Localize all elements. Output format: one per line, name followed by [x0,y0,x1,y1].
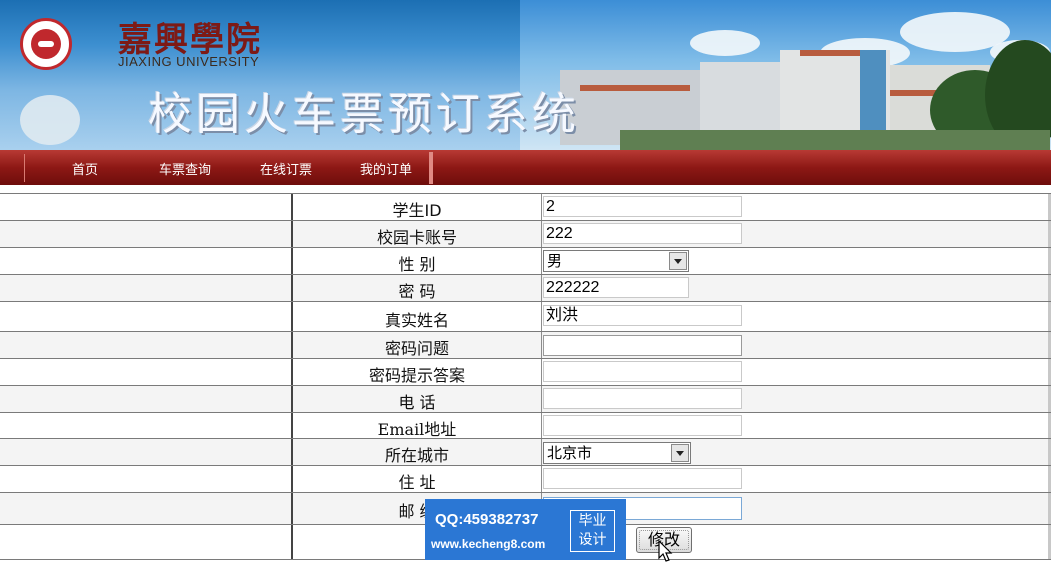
university-name-en: JIAXING UNIVERSITY [118,54,260,69]
password-question-input[interactable] [543,335,742,356]
nav-divider [24,154,25,182]
university-logo [20,18,72,70]
watermark-site: www.kecheng8.com [431,537,546,551]
form-row: 所在城市 北京市 [0,438,1051,465]
real-name-input[interactable]: 刘洪 [543,305,742,326]
gender-select[interactable]: 男 [543,250,689,272]
field-label: Email地址 [377,420,457,439]
field-label: 密 码 [398,282,436,301]
gender-select-value: 男 [547,252,563,270]
form-row: 性 别 男 [0,247,1051,274]
field-label: 密码问题 [384,339,449,358]
watermark-tag-line2: 设计 [578,532,607,548]
watermark-qq: QQ:459382737 [435,511,539,528]
field-label: 所在城市 [384,446,449,465]
form-row: Email地址 [0,412,1051,439]
field-label: 校园卡账号 [376,228,457,247]
form-row: 密 码 222222 [0,274,1051,301]
main-nav: 首页 车票查询 在线订票 我的订单 [0,150,1051,185]
field-label: 住 址 [398,473,436,492]
email-input[interactable] [543,415,742,436]
field-label: 真实姓名 [384,311,449,330]
flower-decoration [20,95,80,145]
nav-item-home[interactable]: 首页 [72,159,98,178]
city-select[interactable]: 北京市 [543,442,691,464]
form-row: 电 话 [0,385,1051,412]
form-row: 密码问题 [0,331,1051,358]
field-label: 性 别 [398,255,436,274]
nav-item-ticket-search[interactable]: 车票查询 [159,159,211,178]
building-stripe [580,85,690,91]
field-label: 密码提示答案 [368,366,465,385]
password-answer-input[interactable] [543,361,742,382]
nav-divider [429,152,433,184]
header-banner: 嘉興學院 JIAXING UNIVERSITY 校园火车票预订系统 [0,0,1051,150]
form-row: 密码提示答案 [0,358,1051,385]
chevron-down-icon[interactable] [669,252,687,270]
address-input[interactable] [543,468,742,489]
watermark-tag-line1: 毕业 [578,513,607,529]
watermark-tag: 毕业 设计 [570,510,615,552]
field-label: 电 话 [398,393,436,412]
form-row: 真实姓名 刘洪 [0,301,1051,331]
form-row: 住 址 [0,465,1051,492]
chevron-down-icon[interactable] [671,444,689,462]
cloud-decoration [690,30,760,56]
campus-card-input[interactable]: 222 [543,223,742,244]
student-id-input[interactable]: 2 [543,196,742,217]
password-input[interactable]: 222222 [543,277,689,298]
nav-item-online-booking[interactable]: 在线订票 [260,159,312,178]
watermark-banner: QQ:459382737 www.kecheng8.com 毕业 设计 [425,499,626,560]
phone-input[interactable] [543,388,742,409]
city-select-value: 北京市 [547,444,593,462]
form-row: 学生ID 2 [0,193,1051,220]
campus-lawn [620,130,1050,150]
nav-item-my-orders[interactable]: 我的订单 [360,159,412,178]
field-label: 学生ID [392,201,442,220]
system-title: 校园火车票预订系统 [148,89,580,140]
form-row: 校园卡账号 222 [0,220,1051,247]
